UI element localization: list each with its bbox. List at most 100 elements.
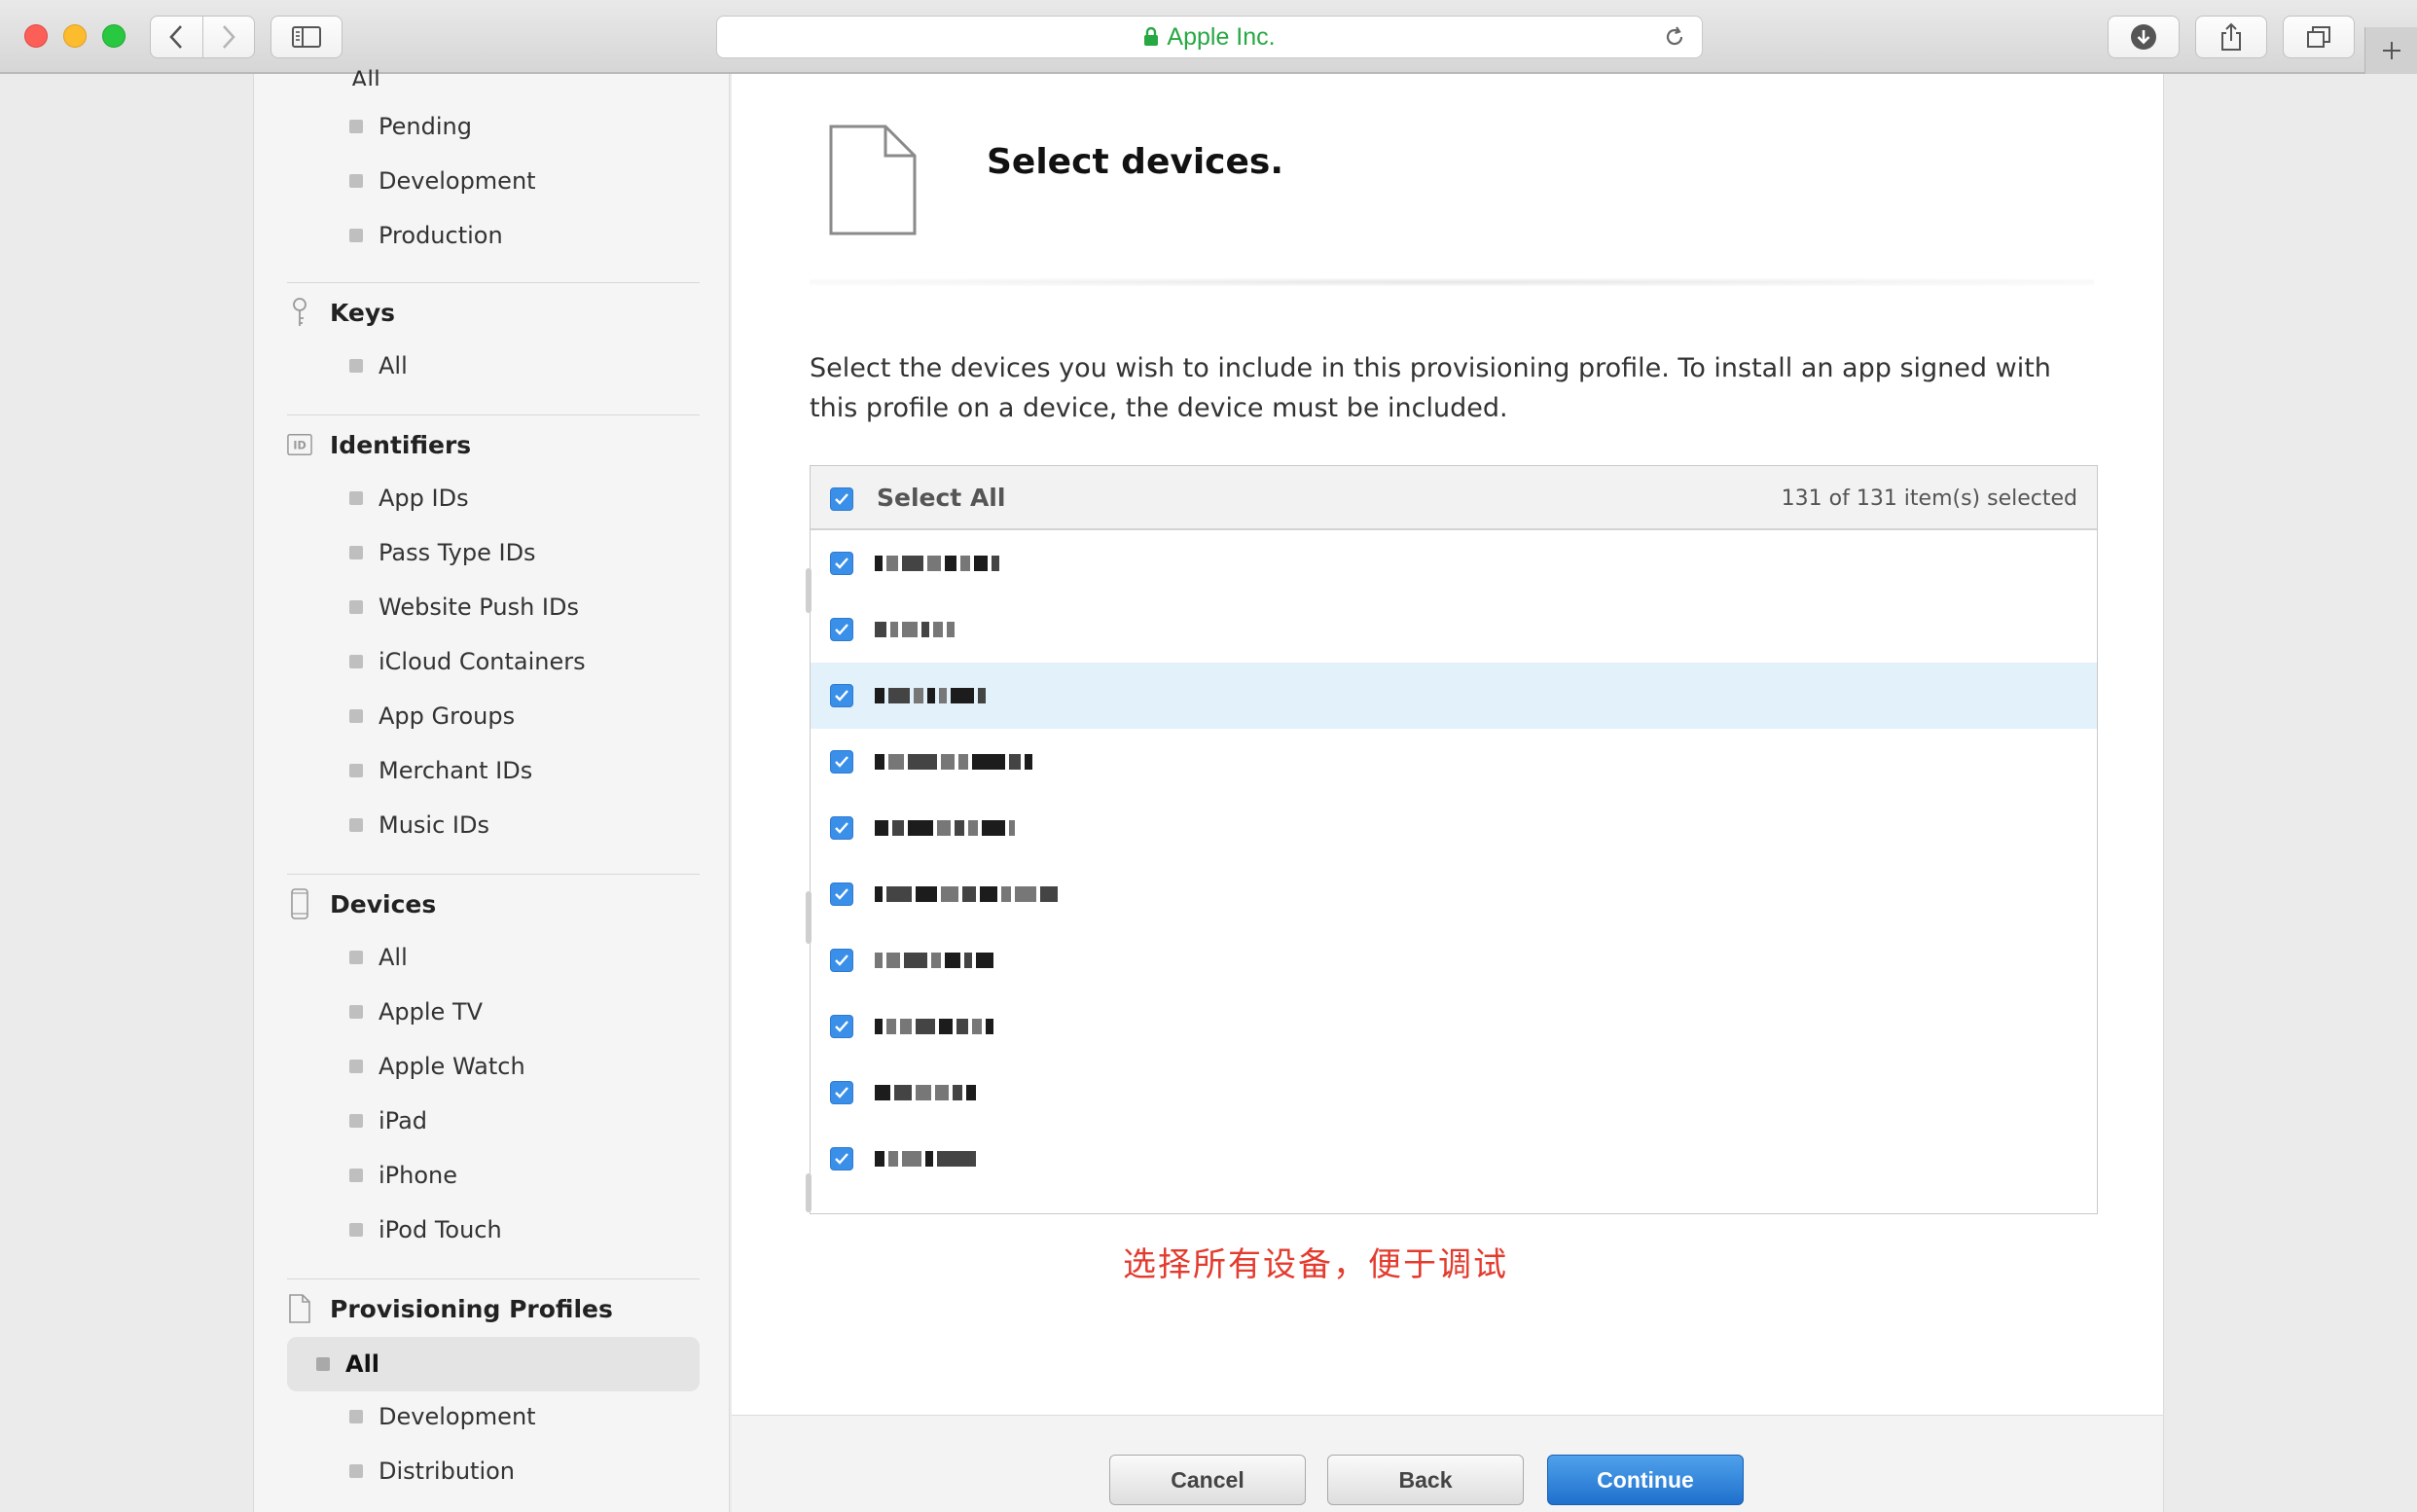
device-checkbox[interactable]: [830, 684, 853, 707]
sidebar-item-certificates-pending[interactable]: Pending: [332, 99, 472, 154]
redacted-device-name: [875, 886, 1062, 902]
device-row[interactable]: [811, 1060, 2097, 1126]
downloads-button[interactable]: [2108, 16, 2180, 58]
sidebar-item-profiles-all[interactable]: All: [287, 1337, 700, 1391]
sidebar-item-ipod-touch[interactable]: iPod Touch: [332, 1203, 502, 1257]
device-checkbox[interactable]: [830, 816, 853, 840]
sidebar-item-apple-tv[interactable]: Apple TV: [332, 985, 483, 1039]
sidebar-item-devices-all[interactable]: All: [332, 930, 408, 985]
id-icon: ID: [287, 434, 312, 455]
device-row[interactable]: [811, 795, 2097, 861]
sidebar-item-app-groups[interactable]: App Groups: [332, 689, 515, 743]
device-row[interactable]: [811, 1126, 2097, 1192]
bullet-icon: [349, 1223, 363, 1237]
sidebar-item-icloud-containers[interactable]: iCloud Containers: [332, 634, 586, 689]
sidebar-toggle-button[interactable]: [271, 16, 343, 58]
device-checkbox[interactable]: [830, 949, 853, 972]
sidebar-heading-devices[interactable]: Devices: [287, 880, 436, 928]
sidebar-item-iphone[interactable]: iPhone: [332, 1148, 457, 1203]
device-checkbox[interactable]: [830, 1015, 853, 1038]
close-window-button[interactable]: [24, 24, 48, 48]
device-row[interactable]: [811, 530, 2097, 596]
checkmark-icon: [835, 1087, 848, 1098]
new-tab-button[interactable]: [2364, 27, 2417, 74]
bullet-icon: [349, 1060, 363, 1073]
sidebar-heading-keys[interactable]: Keys: [287, 288, 395, 337]
sidebar-heading-identifiers[interactable]: ID Identifiers: [287, 420, 471, 469]
redacted-device-name: [875, 688, 990, 703]
sidebar-item-profiles-distribution[interactable]: Distribution: [332, 1444, 515, 1498]
document-icon: [289, 1294, 310, 1323]
bullet-icon: [349, 546, 363, 559]
bullet-icon: [349, 229, 363, 242]
address-bar[interactable]: Apple Inc.: [716, 16, 1703, 58]
zoom-window-button[interactable]: [102, 24, 126, 48]
sidebar-item-keys-all[interactable]: All: [332, 339, 408, 393]
chevron-right-icon: [222, 25, 235, 49]
page-title: Select devices.: [987, 142, 1284, 182]
sidebar-item-pass-type-ids[interactable]: Pass Type IDs: [332, 525, 536, 580]
bullet-icon: [349, 1005, 363, 1019]
device-checkbox[interactable]: [830, 750, 853, 774]
device-checkbox[interactable]: [830, 552, 853, 575]
bullet-icon: [349, 1410, 363, 1423]
sidebar-item-cut-off[interactable]: All: [351, 66, 380, 86]
bullet-icon: [316, 1357, 330, 1371]
sidebar-item-certificates-development[interactable]: Development: [332, 154, 536, 208]
device-checkbox[interactable]: [830, 1147, 853, 1170]
sidebar-heading-provisioning-profiles[interactable]: Provisioning Profiles: [287, 1284, 613, 1333]
back-button[interactable]: Back: [1327, 1455, 1524, 1505]
document-icon: [829, 125, 917, 235]
sidebar-item-profiles-development[interactable]: Development: [332, 1389, 536, 1444]
checkmark-icon: [835, 624, 848, 635]
device-row[interactable]: [811, 927, 2097, 993]
back-nav-button[interactable]: [151, 17, 202, 57]
checkmark-icon: [835, 888, 848, 900]
device-row-highlighted[interactable]: [811, 663, 2097, 729]
annotation-note: 选择所有设备，便于调试: [1123, 1245, 1508, 1284]
sidebar-item-music-ids[interactable]: Music IDs: [332, 798, 489, 852]
tabs-overview-button[interactable]: [2283, 16, 2355, 58]
continue-button[interactable]: Continue: [1547, 1455, 1744, 1505]
sidebar-item-merchant-ids[interactable]: Merchant IDs: [332, 743, 532, 798]
device-row[interactable]: [811, 861, 2097, 927]
select-all-checkbox[interactable]: [830, 487, 853, 511]
device-row[interactable]: [811, 596, 2097, 663]
device-checkbox[interactable]: [830, 882, 853, 906]
share-button[interactable]: [2195, 16, 2267, 58]
checkmark-icon: [835, 756, 848, 768]
bullet-icon: [349, 951, 363, 964]
tabs-icon: [2307, 26, 2330, 48]
checkmark-icon: [835, 690, 848, 702]
device-row[interactable]: [811, 729, 2097, 795]
select-all-label[interactable]: Select All: [877, 484, 1005, 512]
sidebar-item-website-push-ids[interactable]: Website Push IDs: [332, 580, 579, 634]
forward-nav-button[interactable]: [201, 17, 255, 57]
checkmark-icon: [835, 1021, 848, 1032]
selected-count: 131 of 131 item(s) selected: [1781, 486, 2077, 511]
bullet-icon: [349, 709, 363, 723]
minimize-window-button[interactable]: [63, 24, 87, 48]
redacted-device-name: [875, 556, 1003, 571]
plus-icon: [2382, 42, 2400, 59]
chevron-left-icon: [169, 25, 183, 49]
sidebar-item-app-ids[interactable]: App IDs: [332, 471, 469, 525]
bullet-icon: [349, 359, 363, 373]
device-row[interactable]: [811, 993, 2097, 1060]
bullet-icon: [349, 1464, 363, 1478]
sidebar-item-apple-watch[interactable]: Apple Watch: [332, 1039, 525, 1094]
device-checkbox[interactable]: [830, 618, 853, 641]
bullet-icon: [349, 600, 363, 614]
sidebar-item-ipad[interactable]: iPad: [332, 1094, 427, 1148]
bullet-icon: [349, 1114, 363, 1128]
device-checkbox[interactable]: [830, 1081, 853, 1104]
scroll-indicator: [806, 891, 812, 944]
reload-button[interactable]: [1663, 25, 1686, 53]
lock-icon: [1144, 27, 1159, 46]
cancel-button[interactable]: Cancel: [1109, 1455, 1306, 1505]
bullet-icon: [349, 174, 363, 188]
phone-icon: [291, 888, 308, 919]
checkmark-icon: [835, 1153, 848, 1165]
sidebar-item-certificates-production[interactable]: Production: [332, 208, 503, 263]
title-divider: [810, 278, 2094, 286]
